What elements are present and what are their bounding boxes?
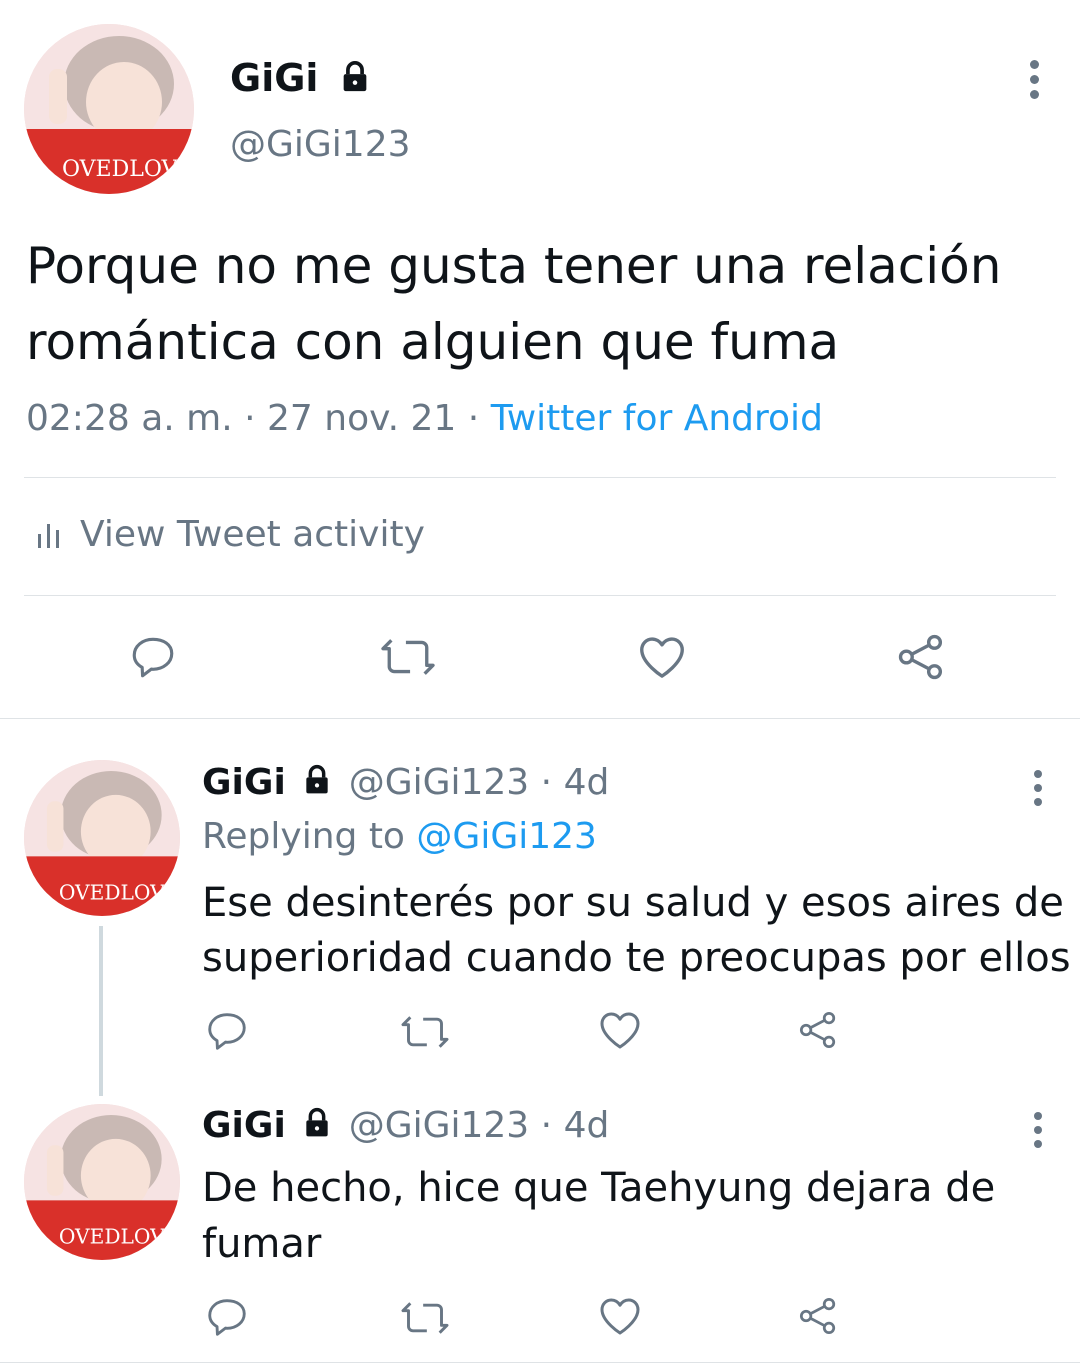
retweet-icon[interactable] bbox=[378, 632, 438, 682]
reply-icon[interactable] bbox=[204, 1294, 250, 1340]
lock-icon bbox=[301, 1107, 333, 1148]
meta-separator: · bbox=[540, 1105, 553, 1146]
display-name[interactable]: GiGi bbox=[230, 56, 372, 103]
tweet-text-line: fumar bbox=[202, 1221, 322, 1267]
reply-icon[interactable] bbox=[204, 1008, 250, 1054]
reply-icon[interactable] bbox=[128, 632, 178, 682]
tweet-text: Ese desinterés por su salud y esos aires… bbox=[202, 876, 1071, 986]
reply-header: GiGi @GiGi123 · 4d bbox=[202, 1105, 609, 1148]
like-icon[interactable] bbox=[596, 1006, 644, 1054]
avatar-image: OVEDLOVE bbox=[24, 24, 194, 194]
meta-separator: · bbox=[244, 398, 256, 439]
display-name[interactable]: GiGi bbox=[202, 762, 286, 803]
avatar[interactable]: OVEDLOVE bbox=[24, 760, 180, 916]
avatar-image: OVEDLOVE bbox=[24, 1104, 180, 1260]
tweet-text-line: Porque no me gusta tener una relación bbox=[26, 237, 1002, 295]
tweet-age[interactable]: 4d bbox=[564, 762, 610, 803]
share-icon[interactable] bbox=[796, 1008, 840, 1052]
avatar[interactable]: OVEDLOVE bbox=[24, 24, 194, 194]
share-icon[interactable] bbox=[796, 1294, 840, 1338]
replying-to: Replying to @GiGi123 bbox=[202, 816, 597, 857]
replying-handle[interactable]: @GiGi123 bbox=[416, 816, 597, 857]
tweet-source[interactable]: Twitter for Android bbox=[491, 398, 823, 439]
display-name-text[interactable]: GiGi bbox=[230, 56, 318, 100]
bottom-divider bbox=[0, 1362, 1080, 1363]
tweet-date[interactable]: 27 nov. 21 bbox=[267, 398, 456, 439]
avatar-image: OVEDLOVE bbox=[24, 760, 180, 916]
display-name[interactable]: GiGi bbox=[202, 1105, 286, 1146]
tweet-text-line: superioridad cuando te preocupas por ell… bbox=[202, 935, 1071, 981]
tweet-time[interactable]: 02:28 a. m. bbox=[26, 398, 233, 439]
tweet-text: Porque no me gusta tener una relación ro… bbox=[26, 228, 1001, 380]
like-icon[interactable] bbox=[635, 630, 689, 684]
lock-icon bbox=[301, 764, 333, 805]
avatar[interactable]: OVEDLOVE bbox=[24, 1104, 180, 1260]
thread-line bbox=[99, 926, 103, 1096]
tweet-text: De hecho, hice que Taehyung dejara de fu… bbox=[202, 1160, 995, 1272]
tweet-text-line: De hecho, hice que Taehyung dejara de bbox=[202, 1165, 996, 1211]
lock-icon bbox=[338, 59, 372, 103]
svg-text:OVEDLOVE: OVEDLOVE bbox=[59, 880, 180, 904]
reply-header: GiGi @GiGi123 · 4d bbox=[202, 762, 609, 805]
tweet-age[interactable]: 4d bbox=[564, 1105, 610, 1146]
share-icon[interactable] bbox=[894, 630, 948, 684]
replying-prefix: Replying to bbox=[202, 816, 405, 857]
more-icon[interactable] bbox=[1032, 1112, 1044, 1154]
retweet-icon[interactable] bbox=[398, 1296, 452, 1340]
meta-separator: · bbox=[540, 762, 553, 803]
meta-separator: · bbox=[467, 398, 480, 439]
view-tweet-activity[interactable]: View Tweet activity bbox=[36, 514, 425, 555]
tweet-meta: 02:28 a. m. · 27 nov. 21 · Twitter for A… bbox=[26, 398, 823, 439]
divider bbox=[24, 595, 1056, 596]
svg-text:OVEDLOVE: OVEDLOVE bbox=[59, 1224, 180, 1248]
retweet-icon[interactable] bbox=[398, 1010, 452, 1054]
more-icon[interactable] bbox=[1028, 60, 1040, 105]
tweet-text-line: romántica con alguien que fuma bbox=[26, 313, 840, 371]
activity-icon bbox=[36, 520, 62, 550]
more-icon[interactable] bbox=[1032, 770, 1044, 812]
section-divider bbox=[0, 718, 1080, 719]
handle[interactable]: @GiGi123 bbox=[349, 762, 530, 803]
activity-label[interactable]: View Tweet activity bbox=[80, 514, 425, 555]
svg-text:OVEDLOVE: OVEDLOVE bbox=[62, 157, 193, 182]
like-icon[interactable] bbox=[596, 1292, 644, 1340]
handle[interactable]: @GiGi123 bbox=[349, 1105, 530, 1146]
divider bbox=[24, 477, 1056, 478]
tweet-text-line: Ese desinterés por su salud y esos aires… bbox=[202, 880, 1064, 926]
handle[interactable]: @GiGi123 bbox=[230, 124, 411, 165]
